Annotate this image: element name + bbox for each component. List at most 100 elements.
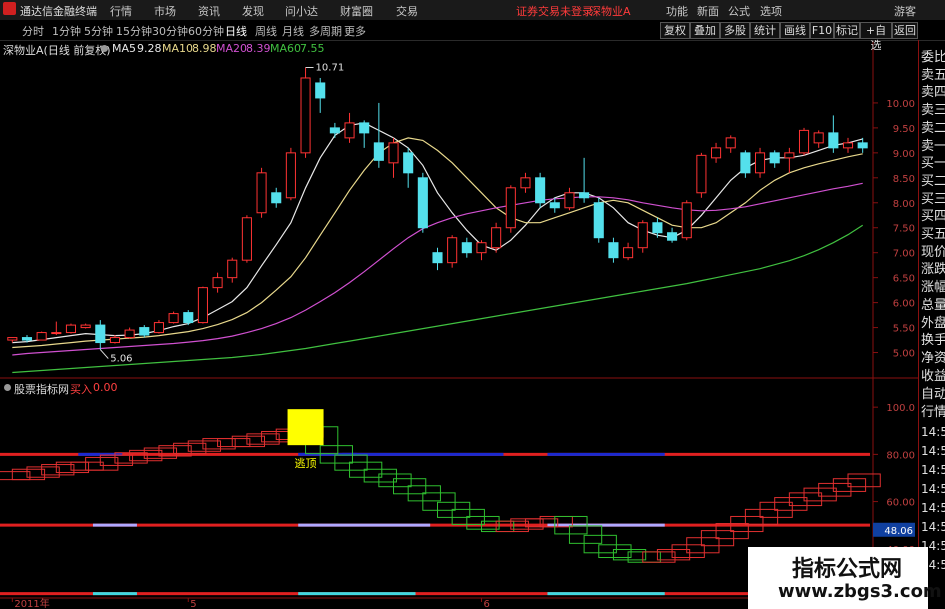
x-tick-label: 6 [483,599,489,609]
candle-body [461,242,472,254]
sidebar-field: 买二 [921,173,945,189]
period-tab-15min[interactable]: 15分钟 [116,23,152,39]
candle-body [564,192,575,209]
legend-ma10-value: 8.98 [192,42,217,55]
legend-ma60-value: 7.55 [300,42,325,55]
quote-sidebar: 委比 卖五 卖四 卖三 卖二 卖一 买一 买二 买三 买四 买五 现价 涨跌 涨幅 总量 外盘 换手 净资 收益 自动… [918,40,945,609]
add-watchlist-button[interactable]: +自选 [860,22,892,52]
period-tab-monthly[interactable]: 月线 [282,23,304,39]
menu-function[interactable]: 功能 [666,3,688,19]
period-tab-weekly[interactable]: 周线 [255,23,277,39]
watermark: 指标公式网 www.zbgs3.com [748,547,942,609]
period-toolbar: 分时 1分钟 5分钟 15分钟 30分钟 60分钟 日线 周线 月线 多周期 更… [0,20,945,52]
indicator-step-box [583,534,617,554]
candle-body [608,242,619,259]
indicator-step-box [173,442,207,455]
candle-body [828,132,839,149]
indicator-step-box [832,478,867,492]
sidebar-field: 收益 [921,368,945,384]
adjust-button[interactable]: 复权 [660,22,690,39]
menu-market[interactable]: 行情 [110,3,132,19]
menu-trade[interactable]: 交易 [396,3,418,19]
period-tab-multi[interactable]: 多周期 [309,23,342,39]
indicator-step-box [671,544,705,559]
sidebar-field: 14:50 [921,520,945,534]
menu-discover[interactable]: 发现 [242,3,264,19]
indicator-step-box [642,551,676,563]
candle-body [652,222,663,234]
mark-button[interactable]: 标记 [834,22,860,39]
indicator-step-box [378,473,412,488]
main-chart-legend: 深物业A(日线 前复权) MA5 9.28 MA10 8.98 MA20 8.3… [0,40,880,57]
candle-body [51,332,62,335]
candle-body [256,172,267,214]
y-tick-label: 7.00 [893,249,915,260]
period-tab-60min[interactable]: 60分钟 [188,23,224,39]
menu-news[interactable]: 资讯 [198,3,220,19]
sidebar-field: 总量 [921,297,945,313]
f10-button[interactable]: F10 [810,22,834,39]
candle-body [285,152,296,199]
multi-stock-button[interactable]: 多股 [720,22,750,39]
candle-body [403,152,414,174]
indicator-step-box [627,551,661,563]
candle-body [109,337,121,344]
candle-body [842,142,854,149]
indicator-step-box [422,492,456,511]
indicator-step-box [568,525,603,544]
y-tick-label: 5.00 [893,349,915,360]
top-escape-signal-box [287,409,324,446]
candle-body [520,177,531,189]
sidebar-field: 14:50 [921,501,945,515]
candle-body [95,324,106,344]
menu-fortune[interactable]: 财富圈 [340,3,373,19]
sidebar-field: 14:50 [921,444,945,458]
chart-canvas: 10.00 9.50 9.00 8.50 8.00 7.50 7.00 6.50 6.00 5.5… [0,40,918,609]
candle-body [212,277,223,289]
legend-ma10-name: MA10 [162,42,194,55]
ma-line-ma5 [12,122,863,344]
candle-body [417,177,428,229]
sidebar-field: 行情 [921,405,945,420]
candle-body [857,142,868,149]
indicator-y-tick-label: 60.00 [886,498,915,509]
period-tab-1min[interactable]: 1分钟 [52,23,81,39]
x-tick-label: 5 [190,599,196,609]
period-tab-5min[interactable]: 5分钟 [84,23,113,39]
candle-body [7,337,18,341]
indicator-step-box [818,482,852,497]
y-tick-label: 8.50 [893,174,915,185]
period-tab-intraday[interactable]: 分时 [22,23,44,39]
stats-button[interactable]: 统计 [750,22,780,39]
menu-markets[interactable]: 市场 [154,3,176,19]
price-annotation: 5.06 [110,354,132,365]
candle-body [315,82,326,99]
menu-ask[interactable]: 问小达 [285,3,318,19]
candle-body [432,252,443,264]
menu-formula[interactable]: 公式 [728,3,750,19]
draw-button[interactable]: 画线 [780,22,810,39]
indicator-legend-name: 买入 [70,383,92,396]
sidebar-field: 买五 [921,227,945,242]
indicator-step-box [99,454,134,466]
overlay-button[interactable]: 叠加 [690,22,720,39]
indicator-title: 股票指标网 [14,383,69,396]
back-button[interactable]: 返回 [892,22,918,39]
sidebar-field: 委比 [921,50,945,65]
candle-body [769,152,780,164]
indicator-step-box [612,549,647,561]
period-tab-daily[interactable]: 日线 [225,23,247,39]
period-tab-more[interactable]: 更多 [344,23,366,39]
indicator-step-box [803,487,837,502]
indicator-step-box [656,549,691,561]
watermark-title: 指标公式网 [792,557,903,582]
candle-body [227,259,238,279]
guest-label[interactable]: 游客 [894,3,916,19]
y-tick-label: 6.50 [893,274,915,285]
sidebar-field: 现价 [921,244,945,260]
period-tab-30min[interactable]: 30分钟 [152,23,188,39]
candle-body [754,152,766,174]
chart-title: 深物业A(日线 前复权) [3,44,111,57]
menu-new-page[interactable]: 新面 [697,3,719,19]
menu-options[interactable]: 选项 [760,3,782,19]
